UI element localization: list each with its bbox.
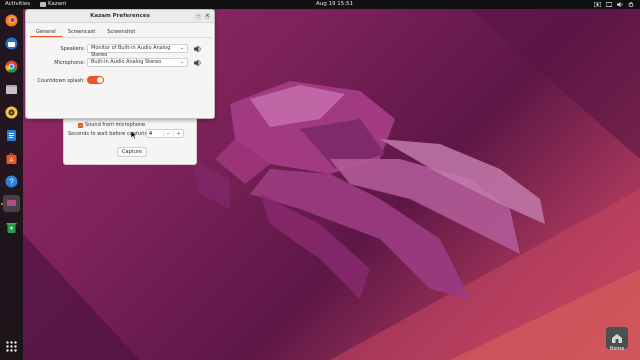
tab-screencast[interactable]: Screencast — [62, 28, 102, 37]
tab-general[interactable]: General — [30, 28, 62, 37]
dock-files[interactable] — [3, 81, 20, 98]
speakers-value: Monitor of Built-in Audio Analog Stereo — [91, 45, 171, 58]
rhythmbox-icon — [5, 106, 18, 119]
tab-divider — [30, 37, 212, 38]
power-icon[interactable] — [628, 2, 634, 7]
countdown-toggle[interactable] — [87, 76, 104, 84]
clock[interactable]: Aug 19 15:51 — [316, 1, 353, 7]
kazam-preferences-window: Kazam Preferences – × General Screencast… — [25, 9, 215, 119]
chevron-down-icon: ⌄ — [179, 45, 184, 51]
wait-seconds-value[interactable]: 4 — [147, 131, 163, 137]
capture-button[interactable]: Capture — [117, 147, 147, 157]
kazam-icon — [6, 199, 17, 208]
software-icon: A — [6, 153, 17, 164]
dock-kazam[interactable] — [3, 195, 20, 212]
microphone-volume-icon[interactable] — [194, 59, 202, 67]
svg-text:A: A — [9, 158, 13, 164]
speakers-select[interactable]: Monitor of Built-in Audio Analog Stereo … — [87, 44, 188, 58]
apps-grid-icon — [6, 341, 17, 352]
dock-software[interactable]: A — [3, 150, 20, 167]
help-icon: ? — [5, 175, 18, 188]
mouse-cursor-icon — [131, 131, 137, 139]
close-button[interactable]: × — [204, 13, 211, 20]
title-bar[interactable]: Kazam Preferences – × — [26, 10, 214, 23]
top-bar: Activities Kazam Aug 19 15:51 — [0, 0, 640, 9]
microphone-value: Built-in Audio Analog Stereo — [91, 59, 162, 65]
wait-seconds-spinner[interactable]: 4 − + — [146, 129, 184, 138]
speaker-volume-icon[interactable] — [194, 45, 202, 53]
activities-button[interactable]: Activities — [5, 1, 30, 7]
files-icon — [6, 85, 17, 94]
microphone-label: Microphone: — [54, 60, 85, 66]
system-tray[interactable] — [594, 0, 634, 9]
dock-chrome[interactable] — [3, 58, 20, 75]
sound-mic-option[interactable]: ✓ Sound from microphone — [78, 122, 145, 128]
thunderbird-icon — [5, 37, 18, 50]
home-icon — [612, 333, 622, 343]
speakers-label: Speakers: — [60, 46, 85, 52]
trash-icon — [6, 223, 17, 233]
dock-writer[interactable] — [3, 127, 20, 144]
wait-label: Seconds to wait before capturing: — [68, 131, 153, 137]
dock: A ? — [0, 9, 23, 360]
dock-rhythmbox[interactable] — [3, 104, 20, 121]
decrement-button[interactable]: − — [163, 130, 173, 137]
record-tray-icon[interactable] — [594, 2, 601, 7]
kazam-app-icon — [40, 1, 46, 7]
toggle-knob — [97, 77, 103, 83]
network-icon[interactable] — [606, 2, 612, 7]
chevron-down-icon: ⌄ — [179, 59, 184, 65]
app-menu-label: Kazam — [48, 1, 67, 7]
volume-icon[interactable] — [617, 2, 623, 7]
minimize-button[interactable]: – — [195, 13, 202, 20]
tab-bar: General Screencast Screenshot — [30, 28, 141, 37]
writer-icon — [7, 130, 16, 141]
increment-button[interactable]: + — [173, 130, 183, 137]
kazam-capture-window: ✓ Sound from microphone Seconds to wait … — [63, 118, 197, 165]
sound-mic-checkbox[interactable]: ✓ — [78, 122, 83, 128]
dock-thunderbird[interactable] — [3, 35, 20, 52]
countdown-label: Countdown splash: — [37, 78, 85, 84]
sound-mic-label: Sound from microphone — [85, 122, 146, 128]
dock-firefox[interactable] — [3, 12, 20, 29]
app-menu[interactable]: Kazam — [40, 1, 67, 7]
dock-apps-grid[interactable] — [3, 338, 20, 355]
dock-trash[interactable] — [3, 219, 20, 236]
running-indicator — [1, 203, 3, 205]
dock-help[interactable]: ? — [3, 173, 20, 190]
firefox-icon — [5, 14, 18, 27]
chrome-icon — [5, 60, 18, 73]
tab-screenshot[interactable]: Screenshot — [101, 28, 141, 37]
window-title: Kazam Preferences — [90, 13, 150, 19]
svg-text:?: ? — [9, 178, 14, 187]
microphone-select[interactable]: Built-in Audio Analog Stereo ⌄ — [87, 58, 188, 67]
home-folder-label: Home — [609, 346, 625, 352]
